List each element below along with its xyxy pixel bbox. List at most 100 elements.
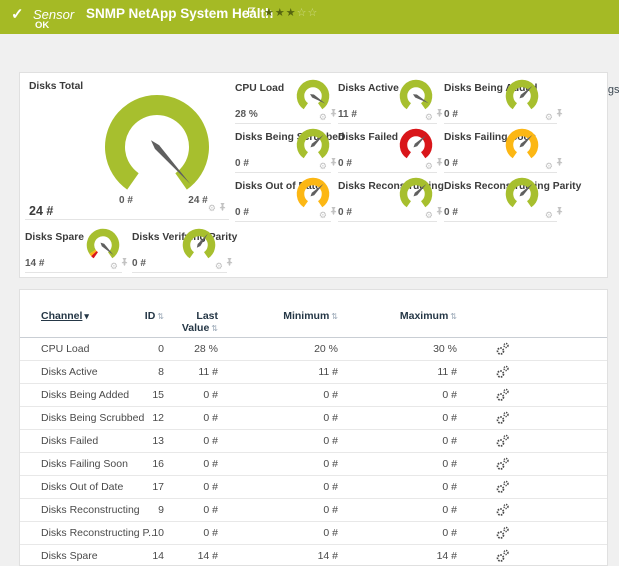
- cell-maximum: 0 #: [378, 435, 457, 447]
- cell-channel: CPU Load: [41, 343, 89, 355]
- gauge-value: 0 #: [235, 207, 249, 218]
- table-row-disks-being-added[interactable]: Disks Being Added150 #0 #0 #: [20, 384, 607, 407]
- cell-minimum: 20 %: [260, 343, 338, 355]
- gauge-cell-disks-out-of-date[interactable]: Disks Out of Date0 #⚙: [235, 181, 331, 222]
- cell-maximum: 0 #: [378, 481, 457, 493]
- channel-settings-icon[interactable]: [490, 457, 514, 474]
- gauge-scale-min: 0 #: [106, 195, 146, 206]
- gear-icon[interactable]: ⚙: [319, 211, 327, 220]
- channel-settings-icon[interactable]: [490, 549, 514, 566]
- channel-settings-icon[interactable]: [490, 503, 514, 520]
- gear-icon[interactable]: ⚙: [545, 162, 553, 171]
- table-row-disks-failing-soon[interactable]: Disks Failing Soon160 #0 #0 #: [20, 453, 607, 476]
- sort-icon: ⇅: [209, 322, 218, 334]
- gauge-value: 28 %: [235, 109, 258, 120]
- column-header-min[interactable]: Minimum⇅: [260, 310, 338, 322]
- rating-stars[interactable]: ★★★☆☆: [264, 6, 318, 19]
- cell-channel: Disks Failed: [41, 435, 98, 447]
- sensor-status-bar: ✓ Sensor SNMP NetApp System Health ★★★☆☆…: [0, 0, 619, 34]
- cell-minimum: 0 #: [260, 412, 338, 424]
- table-row-disks-being-scrubbed[interactable]: Disks Being Scrubbed120 #0 #0 #: [20, 407, 607, 430]
- gauge-cell-disks-total[interactable]: Disks Total 0 # 24 # 24 # ⚙: [25, 73, 229, 220]
- cell-last-value: 0 #: [148, 412, 218, 424]
- column-header-max[interactable]: Maximum⇅: [378, 310, 457, 322]
- cell-minimum: 0 #: [260, 527, 338, 539]
- gauge-cell-actions: ⚙: [319, 211, 330, 220]
- gauge-cell-actions: ⚙: [208, 198, 226, 216]
- sort-icon: ⇅: [155, 310, 164, 322]
- cell-last-value: 0 #: [148, 435, 218, 447]
- gear-icon[interactable]: ⚙: [545, 211, 553, 220]
- gauge-cell-disks-active[interactable]: Disks Active11 #⚙: [338, 83, 437, 124]
- gauge-cell-disks-reconstructing[interactable]: Disks Reconstructing0 #⚙: [338, 181, 437, 222]
- cell-maximum: 14 #: [378, 550, 457, 562]
- channel-settings-icon[interactable]: [490, 365, 514, 382]
- gauge-title: CPU Load: [235, 83, 284, 94]
- channel-settings-icon[interactable]: [490, 411, 514, 428]
- gear-icon[interactable]: ⚙: [425, 162, 433, 171]
- gauge-cell-disks-being-scrubbed[interactable]: Disks Being Scrubbed0 #⚙: [235, 132, 331, 173]
- prtg-sensor-page: ✓ Sensor SNMP NetApp System Health ★★★☆☆…: [0, 0, 619, 566]
- status-badge: OK: [35, 20, 49, 31]
- gauge-value: 24 #: [29, 204, 53, 218]
- gauge-value: 14 #: [25, 258, 44, 269]
- gauge-cell-disks-reconstructing-parity[interactable]: Disks Reconstructing Parity0 #⚙: [444, 181, 557, 222]
- channel-table-header: Channel▾ ID⇅ Last Value⇅ Minimum⇅ Maximum⇅: [20, 292, 607, 338]
- column-header-id[interactable]: ID⇅: [110, 310, 164, 322]
- channel-settings-icon[interactable]: [490, 480, 514, 497]
- table-row-disks-failed[interactable]: Disks Failed130 #0 #0 #: [20, 430, 607, 453]
- cell-maximum: 0 #: [378, 458, 457, 470]
- flag-icon[interactable]: [247, 5, 256, 23]
- pin-icon[interactable]: [219, 198, 226, 216]
- cell-minimum: 14 #: [260, 550, 338, 562]
- gauge-value: 0 #: [235, 158, 249, 169]
- table-row-disks-spare[interactable]: Disks Spare1414 #14 #14 #: [20, 545, 607, 566]
- gauge-title: Disks Spare: [25, 232, 84, 243]
- sort-desc-icon: ▾: [82, 310, 89, 322]
- channel-settings-icon[interactable]: [490, 526, 514, 543]
- sensor-title: SNMP NetApp System Health: [86, 6, 273, 21]
- gauges-panel: Disks Total 0 # 24 # 24 # ⚙ CPU Load 28 %…: [19, 72, 608, 278]
- gear-icon[interactable]: ⚙: [319, 162, 327, 171]
- gear-icon[interactable]: ⚙: [110, 262, 118, 271]
- column-header-channel[interactable]: Channel▾: [41, 310, 89, 322]
- gear-icon[interactable]: ⚙: [208, 198, 216, 216]
- gear-icon[interactable]: ⚙: [425, 113, 433, 122]
- gauge-needle: [151, 140, 190, 184]
- channel-settings-icon[interactable]: [490, 434, 514, 451]
- gauge-value: 0 #: [338, 158, 352, 169]
- gear-icon[interactable]: ⚙: [215, 262, 223, 271]
- gauge-cell-actions: ⚙: [545, 162, 556, 171]
- sort-icon: ⇅: [448, 310, 457, 322]
- channel-settings-icon[interactable]: [490, 342, 514, 359]
- cell-maximum: 0 #: [378, 504, 457, 516]
- gear-icon[interactable]: ⚙: [319, 113, 327, 122]
- gauge-title: Disks Total: [29, 81, 83, 92]
- gauge-cell-disks-being-added[interactable]: Disks Being Added0 #⚙: [444, 83, 557, 124]
- cell-minimum: 11 #: [260, 366, 338, 378]
- sort-icon: ⇅: [329, 310, 338, 322]
- gear-icon[interactable]: ⚙: [545, 113, 553, 122]
- cell-last-value: 0 #: [148, 481, 218, 493]
- gauge-value: 0 #: [132, 258, 146, 269]
- cell-minimum: 0 #: [260, 481, 338, 493]
- table-row-disks-reconstructing[interactable]: Disks Reconstructing90 #0 #0 #: [20, 499, 607, 522]
- gauge-cell-disks-failing-soon[interactable]: Disks Failing Soon0 #⚙: [444, 132, 557, 173]
- gauge-cell-disks-spare[interactable]: Disks Spare 14 # ⚙: [25, 232, 122, 273]
- gear-icon[interactable]: ⚙: [425, 211, 433, 220]
- table-row-cpu-load[interactable]: CPU Load028 %20 %30 %: [20, 338, 607, 361]
- table-row-disks-out-of-date[interactable]: Disks Out of Date170 #0 #0 #: [20, 476, 607, 499]
- gauge-cell-actions: ⚙: [319, 113, 330, 122]
- cell-maximum: 0 #: [378, 412, 457, 424]
- gauge-cell-actions: ⚙: [110, 262, 121, 271]
- gauge-value: 0 #: [338, 207, 352, 218]
- gauge-cell-disks-failed[interactable]: Disks Failed0 #⚙: [338, 132, 437, 173]
- channel-settings-icon[interactable]: [490, 388, 514, 405]
- table-row-disks-active[interactable]: Disks Active811 #11 #11 #: [20, 361, 607, 384]
- column-header-last[interactable]: Last Value⇅: [172, 310, 218, 335]
- gauge-cell-actions: ⚙: [215, 262, 226, 271]
- gauge-cell-disks-verifying-parity[interactable]: Disks Verifying Parity0 #⚙: [132, 232, 227, 273]
- table-row-disks-reconstructing-p[interactable]: Disks Reconstructing P...100 #0 #0 #: [20, 522, 607, 545]
- cell-last-value: 11 #: [148, 366, 218, 378]
- gauge-cell-cpu-load[interactable]: CPU Load 28 % ⚙: [235, 83, 331, 124]
